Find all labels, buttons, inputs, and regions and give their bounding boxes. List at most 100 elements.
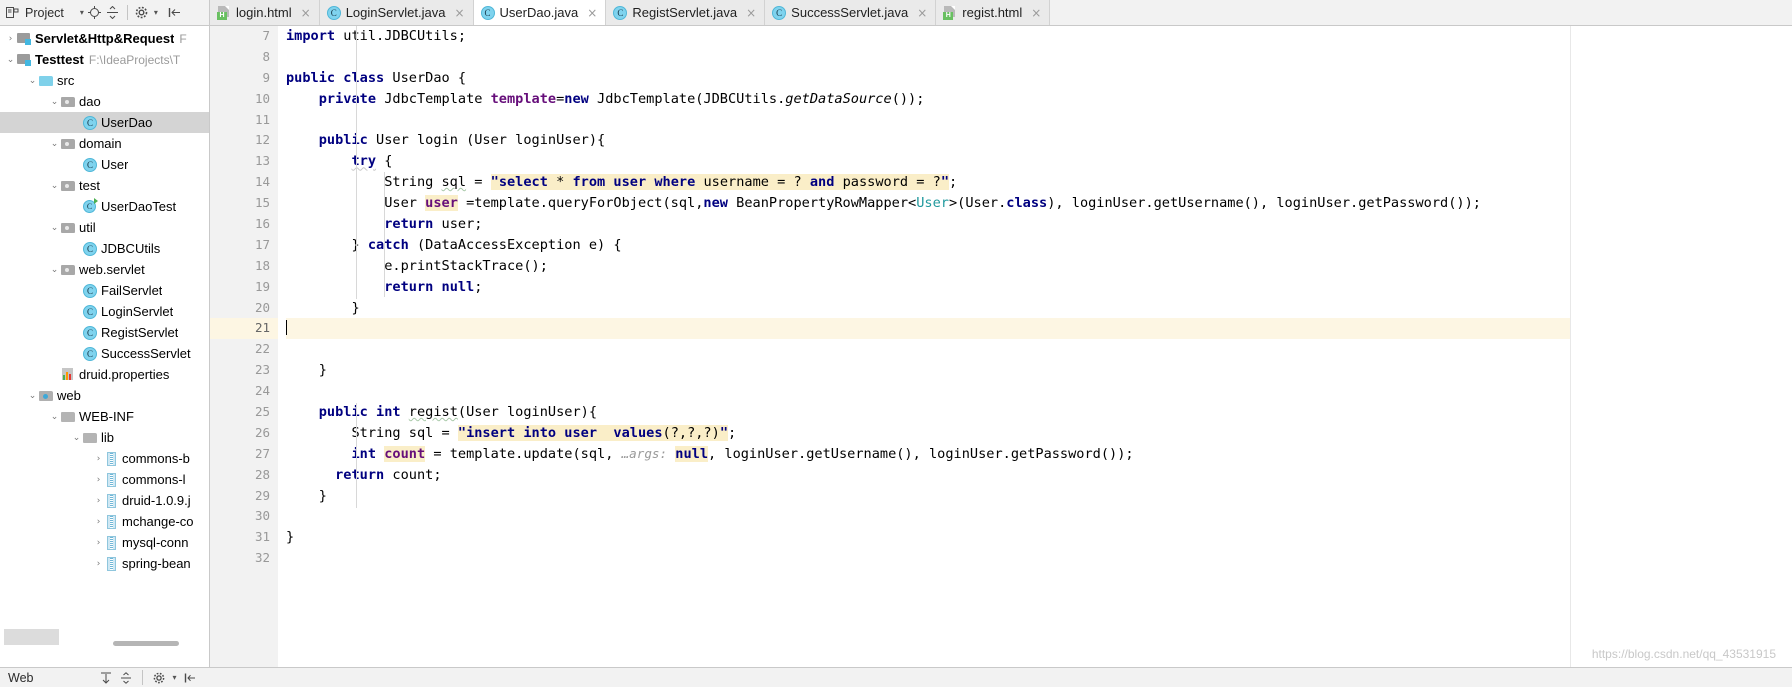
close-icon[interactable]: × [301,6,311,20]
line-number-32[interactable]: 32 [210,548,278,569]
expand-icon[interactable] [99,671,113,685]
chevron-down-icon[interactable]: ⌄ [48,97,61,107]
chevron-down-icon[interactable]: ▾ [80,8,84,17]
editor-tab-successservlet-java[interactable]: C SuccessServlet.java × [765,0,937,25]
collapse-all-icon[interactable] [106,6,120,20]
tree-item-testtest[interactable]: ⌄ Testtest F:\IdeaProjects\T [0,49,209,70]
tree-item-user[interactable]: C User [0,154,209,175]
chevron-right-icon[interactable]: › [92,517,105,527]
line-number-19[interactable]: 19 [210,277,278,298]
tree-item-mchange-co[interactable]: › mchange-co [0,511,209,532]
line-number-23[interactable]: 23 [210,360,278,381]
tree-item-domain[interactable]: ⌄ domain [0,133,209,154]
scrollbar-thumb[interactable] [113,641,179,646]
close-icon[interactable]: × [746,6,756,20]
editor-tab-userdao-java[interactable]: C UserDao.java × [473,0,607,25]
tree-item-servlet-http-request[interactable]: › Servlet&Http&Request F [0,28,209,49]
settings-gear-icon[interactable] [135,6,149,20]
line-number-14[interactable]: 14 [210,172,278,193]
hide-panel-icon[interactable] [168,6,182,20]
line-number-27[interactable]: 27 [210,444,278,465]
tree-item-registservlet[interactable]: C RegistServlet [0,322,209,343]
tree-item-web[interactable]: ⌄ web [0,385,209,406]
line-number-31[interactable]: 31 [210,527,278,548]
project-tree-panel[interactable]: › Servlet&Http&Request F ⌄ Testtest F:\IdeaPr… [0,26,210,667]
editor-tab-registservlet-java[interactable]: C RegistServlet.java × [606,0,766,25]
line-number-28[interactable]: 28 [210,465,278,486]
hide-panel-icon[interactable] [183,671,197,685]
line-number-29[interactable]: 29 [210,486,278,507]
editor-tab-loginservlet-java[interactable]: C LoginServlet.java × [319,0,474,25]
line-number-30[interactable]: 30 [210,506,278,527]
code-editor[interactable]: 7 8 9 10 11 12 13 14 15 16 17 18 19 20 21 22 23 24 25 26 27 2… [210,26,1792,667]
settings-chevron-icon[interactable]: ▾ [154,8,158,17]
chevron-right-icon[interactable]: › [92,475,105,485]
tree-item-userdao[interactable]: C UserDao [0,112,209,133]
settings-gear-icon[interactable] [152,671,166,685]
line-number-11[interactable]: 11 [210,110,278,131]
sidebar-horizontal-scrollbar[interactable] [0,641,209,648]
line-number-7[interactable]: 7 [210,26,278,47]
tree-item-commons-b[interactable]: › commons-b [0,448,209,469]
chevron-down-icon[interactable]: ⌄ [70,433,83,443]
line-number-26[interactable]: 26 [210,423,278,444]
line-number-21[interactable]: 21 [210,318,278,340]
tree-item-mysql-conn[interactable]: › mysql-conn [0,532,209,553]
tree-item-druid-properties[interactable]: druid.properties [0,364,209,385]
editor-tab-login-html[interactable]: Hlogin.html × [210,0,320,25]
chevron-down-icon[interactable]: ⌄ [48,265,61,275]
chevron-right-icon[interactable]: › [92,538,105,548]
tree-item-spring-bean[interactable]: › spring-bean [0,553,209,574]
line-number-18[interactable]: 18 [210,256,278,277]
line-number-17[interactable]: 17 [210,235,278,256]
chevron-right-icon[interactable]: › [92,559,105,569]
chevron-down-icon[interactable]: ⌄ [4,55,17,65]
line-number-10[interactable]: 10 [210,89,278,110]
tree-item-jdbcutils[interactable]: C JDBCUtils [0,238,209,259]
chevron-right-icon[interactable]: › [92,454,105,464]
line-number-gutter[interactable]: 7 8 9 10 11 12 13 14 15 16 17 18 19 20 21 22 23 24 25 26 27 2… [210,26,278,667]
tree-item-web-inf[interactable]: ⌄ WEB-INF [0,406,209,427]
chevron-down-icon[interactable]: ⌄ [26,391,39,401]
line-number-22[interactable]: 22 [210,339,278,360]
line-number-12[interactable]: 12 [210,130,278,151]
line-number-9[interactable]: 9 [210,68,278,89]
close-icon[interactable]: × [917,6,927,20]
line-number-13[interactable]: 13 [210,151,278,172]
status-chevron-icon[interactable]: ▾ [172,673,176,682]
tree-item-successservlet[interactable]: C SuccessServlet [0,343,209,364]
chevron-right-icon[interactable]: › [92,496,105,506]
locate-icon[interactable] [88,6,102,20]
tree-item-failservlet[interactable]: C FailServlet [0,280,209,301]
tree-item-src[interactable]: ⌄ src [0,70,209,91]
line-number-15[interactable]: 15 [210,193,278,214]
tree-item-lib[interactable]: ⌄ lib [0,427,209,448]
chevron-down-icon[interactable]: ⌄ [26,76,39,86]
tree-item-commons-l[interactable]: › commons-l [0,469,209,490]
chevron-down-icon[interactable]: ⌄ [48,412,61,422]
line-number-8[interactable]: 8 [210,47,278,68]
line-number-16[interactable]: 16 [210,214,278,235]
tree-item-util[interactable]: ⌄ util [0,217,209,238]
editor-tab-regist-html[interactable]: Hregist.html × [936,0,1051,25]
tree-item-web-servlet[interactable]: ⌄ web.servlet [0,259,209,280]
collapse-icon[interactable] [119,671,133,685]
tree-item-druid-1-0-9-j[interactable]: › druid-1.0.9.j [0,490,209,511]
project-panel-icon[interactable] [5,6,19,20]
close-icon[interactable]: × [587,6,597,20]
chevron-down-icon[interactable]: ⌄ [48,181,61,191]
code-content[interactable]: import util.JDBCUtils; public class User… [278,26,1792,667]
line-number-24[interactable]: 24 [210,381,278,402]
close-icon[interactable]: × [454,6,464,20]
chevron-down-icon[interactable]: ⌄ [48,139,61,149]
line-number-25[interactable]: 25 [210,402,278,423]
tree-item-userdaotest[interactable]: C UserDaoTest [0,196,209,217]
close-icon[interactable]: × [1031,6,1041,20]
chevron-down-icon[interactable]: ⌄ [48,223,61,233]
tree-item-dao[interactable]: ⌄ dao [0,91,209,112]
line-number-20[interactable]: 20 [210,298,278,319]
tree-item-test[interactable]: ⌄ test [0,175,209,196]
chevron-right-icon[interactable]: › [4,34,17,44]
tree-item-loginservlet[interactable]: C LoginServlet [0,301,209,322]
status-web-label[interactable]: Web [8,671,33,685]
